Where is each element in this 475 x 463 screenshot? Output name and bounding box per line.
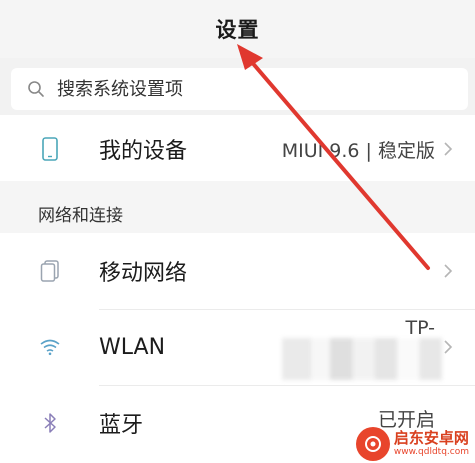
watermark-logo — [355, 427, 390, 461]
sim-card-icon — [38, 259, 62, 283]
obscured-region — [282, 338, 442, 380]
watermark-url: www.qdldtq.com — [393, 447, 469, 457]
row-value: MIUI 9.6 | 稳定版 — [281, 139, 435, 162]
section-label: 网络和连接 — [38, 206, 123, 226]
row-label: 蓝牙 — [99, 413, 144, 438]
section-header-network: 网络和连接 — [0, 181, 475, 233]
wifi-icon — [38, 335, 62, 359]
bluetooth-icon — [38, 411, 62, 435]
watermark: 启东安卓网 www.qdldtq.com — [355, 427, 469, 461]
row-value: TP- — [405, 317, 435, 339]
search-input[interactable] — [57, 78, 437, 100]
chevron-right-icon — [444, 142, 453, 156]
chevron-right-icon — [444, 264, 453, 278]
chevron-right-icon — [444, 340, 453, 354]
row-label: WLAN — [99, 334, 166, 360]
watermark-text: 启东安卓网 — [393, 429, 469, 447]
settings-row-mobile-network[interactable]: 移动网络 — [0, 233, 475, 309]
search-bar[interactable] — [11, 68, 468, 110]
title-bar: 设置 — [0, 0, 475, 58]
device-card: 我的设备 MIUI 9.6 | 稳定版 — [0, 115, 475, 181]
settings-row-my-device[interactable]: 我的设备 MIUI 9.6 | 稳定版 — [0, 111, 475, 187]
page-title: 设置 — [215, 18, 260, 42]
row-label: 移动网络 — [99, 261, 188, 286]
phone-icon — [38, 137, 62, 161]
row-label: 我的设备 — [99, 139, 188, 164]
search-icon — [28, 81, 44, 97]
